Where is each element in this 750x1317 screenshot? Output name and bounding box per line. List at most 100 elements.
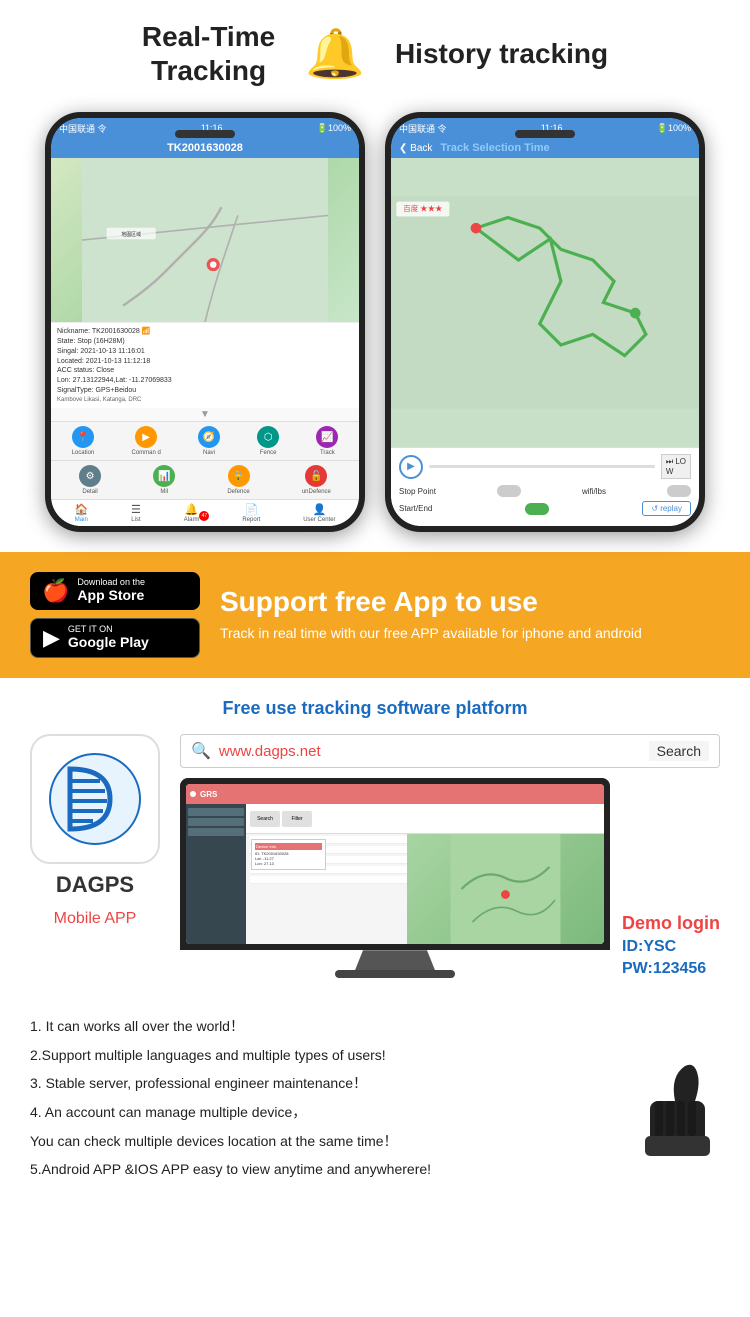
phone-right-screen: 中国联通 令 11:16 🔋100% ❮ Back Track Selectio… [391, 118, 699, 526]
btn-defence[interactable]: 🔒 Defence [227, 465, 249, 495]
alarm-label-wrap: Alarm 47 [184, 517, 200, 523]
monitor-base [335, 970, 455, 978]
phone-right-trackheader: ❮ Back Track Selection Time [391, 138, 699, 158]
btn-track-label: Track [320, 450, 335, 456]
btn-navi-label: Navi [203, 450, 215, 456]
playbar: ▶ ⏭ LOW [399, 454, 691, 479]
btn-navi[interactable]: 🧭 Navi [198, 426, 220, 456]
grs-toolbar-btn2: Filter [282, 811, 312, 827]
alarm-nav-icon: 🔔 [185, 503, 199, 516]
nav-report-label: Report [242, 517, 260, 523]
battery-text: 🔋100% [317, 123, 351, 134]
grs-sidebar [186, 804, 246, 944]
app-store-text: Download on the App Store [77, 578, 145, 604]
btn-mil[interactable]: 📊 Mil [153, 465, 175, 495]
nav-alarm[interactable]: 🔔 Alarm 47 [184, 503, 200, 523]
bell-icon: 🔔 [305, 25, 365, 82]
mil-icon: 📊 [153, 465, 175, 487]
btn-defence-label: Defence [227, 489, 249, 495]
nav-alarm-label: Alarm [184, 517, 200, 523]
btn-location-label: Location [72, 450, 95, 456]
btn-undefence[interactable]: 🔓 unDefence [302, 465, 331, 495]
grs-sidebar-item [188, 818, 244, 826]
app-name-label: DAGPS [56, 872, 134, 898]
track-controls: ▶ ⏭ LOW Stop Point wifi/lbs Start/End ↺ … [391, 447, 699, 526]
top-header: Real-TimeTracking 🔔 History tracking [30, 20, 720, 87]
grs-detail-popup: Device Info ID: TK2001630028Lat: -11.27L… [251, 839, 326, 870]
nav-report[interactable]: 📄 Report [242, 503, 260, 523]
app-store-small: Download on the [77, 578, 145, 587]
platform-right: 🔍 www.dagps.net Search GRS [180, 734, 720, 978]
phone-right: 中国联通 令 11:16 🔋100% ❮ Back Track Selectio… [385, 112, 705, 532]
search-url: www.dagps.net [219, 743, 641, 760]
start-end-toggle[interactable] [525, 503, 549, 515]
platform-title: Free use tracking software platform [30, 698, 720, 719]
grs-sidebar-items [186, 804, 246, 842]
platform-content: DAGPS Mobile APP 🔍 www.dagps.net Search [30, 734, 720, 978]
carrier-text: 中国联通 令 [59, 122, 107, 135]
defence-icon: 🔒 [228, 465, 250, 487]
grs-logo-dot [190, 791, 196, 797]
stop-point-toggle[interactable] [497, 485, 521, 497]
demo-login-box: Demo login ID:YSC PW:123456 [622, 913, 720, 978]
google-play-small: GET IT ON [68, 625, 149, 634]
track-slider[interactable] [429, 465, 655, 468]
grs-map [407, 834, 604, 944]
nav-usercenter[interactable]: 👤 User Center [303, 503, 335, 523]
google-play-button[interactable]: ▶ GET IT ON Google Play [30, 618, 200, 658]
phone-right-statusbar: 中国联通 令 11:16 🔋100% [391, 118, 699, 138]
nav-main-label: Main [75, 517, 88, 523]
nav-main[interactable]: 🏠 Main [74, 503, 88, 523]
list-nav-icon: ☰ [131, 503, 141, 516]
google-play-text: GET IT ON Google Play [68, 625, 149, 651]
grs-toolbar: Search Filter [246, 804, 604, 834]
google-play-icon: ▶ [43, 625, 60, 651]
grs-logo-text: GRS [200, 790, 217, 799]
track-icon: 📈 [316, 426, 338, 448]
wifi-lbs-toggle[interactable] [667, 485, 691, 497]
features-section: 1. It can works all over the world！ 2.Su… [0, 998, 750, 1205]
btn-command-label: Comman d [131, 450, 160, 456]
search-bar: 🔍 www.dagps.net Search [180, 734, 720, 768]
app-store-big: App Store [77, 587, 145, 604]
features-list: 1. It can works all over the world！ 2.Su… [30, 1013, 720, 1183]
btn-fence[interactable]: ⬡ Fence [257, 426, 279, 456]
phone-left-buttons1: 📍 Location ▶ Comman d 🧭 Navi ⬡ Fence 📈 [51, 421, 359, 460]
search-button[interactable]: Search [649, 741, 709, 761]
apple-icon: 🍎 [42, 578, 69, 604]
thumbs-up-icon [630, 1056, 730, 1185]
home-nav-icon: 🏠 [74, 503, 88, 516]
banner-subtitle: Track in real time with our free APP ava… [220, 624, 720, 644]
btn-track[interactable]: 📈 Track [316, 426, 338, 456]
monitor-screen: GRS [180, 778, 610, 950]
btn-command[interactable]: ▶ Comman d [131, 426, 160, 456]
btn-mil-label: Mil [160, 489, 168, 495]
app-logo [30, 734, 160, 864]
feature-4b: You can check multiple devices location … [30, 1128, 720, 1155]
demo-login-id: ID:YSC [622, 938, 720, 956]
speed-display: ⏭ LOW [661, 454, 691, 479]
feature-3: 3. Stable server, professional engineer … [30, 1070, 720, 1097]
replay-button[interactable]: ↺ replay [642, 501, 691, 516]
alarm-badge: 47 [199, 511, 209, 521]
phone-left-screen: 中国联通 令 11:16 🔋100% TK2001630028 [51, 118, 359, 526]
btn-detail-label: Detail [82, 489, 97, 495]
collapse-arrow[interactable]: ▼ [51, 408, 359, 421]
grs-main: Search Filter [246, 804, 604, 944]
search-icon: 🔍 [191, 741, 211, 761]
right-carrier-text: 中国联通 令 [399, 122, 447, 135]
stop-point-row: Stop Point wifi/lbs [399, 485, 691, 497]
btn-location[interactable]: 📍 Location [72, 426, 95, 456]
app-store-button[interactable]: 🍎 Download on the App Store [30, 572, 200, 610]
grs-interface: GRS [186, 784, 604, 944]
btn-detail[interactable]: ⚙ Detail [79, 465, 101, 495]
monitor-stand [355, 950, 435, 970]
fence-icon: ⬡ [257, 426, 279, 448]
back-button[interactable]: ❮ Back [399, 143, 432, 154]
phone-left-map: 地图区域 [51, 158, 359, 322]
nav-list[interactable]: ☰ List [131, 503, 141, 523]
play-button[interactable]: ▶ [399, 455, 423, 479]
yellow-banner: 🍎 Download on the App Store ▶ GET IT ON … [0, 552, 750, 678]
top-section: Real-TimeTracking 🔔 History tracking [0, 0, 750, 112]
feature-5: 5.Android APP &IOS APP easy to view anyt… [30, 1156, 720, 1183]
